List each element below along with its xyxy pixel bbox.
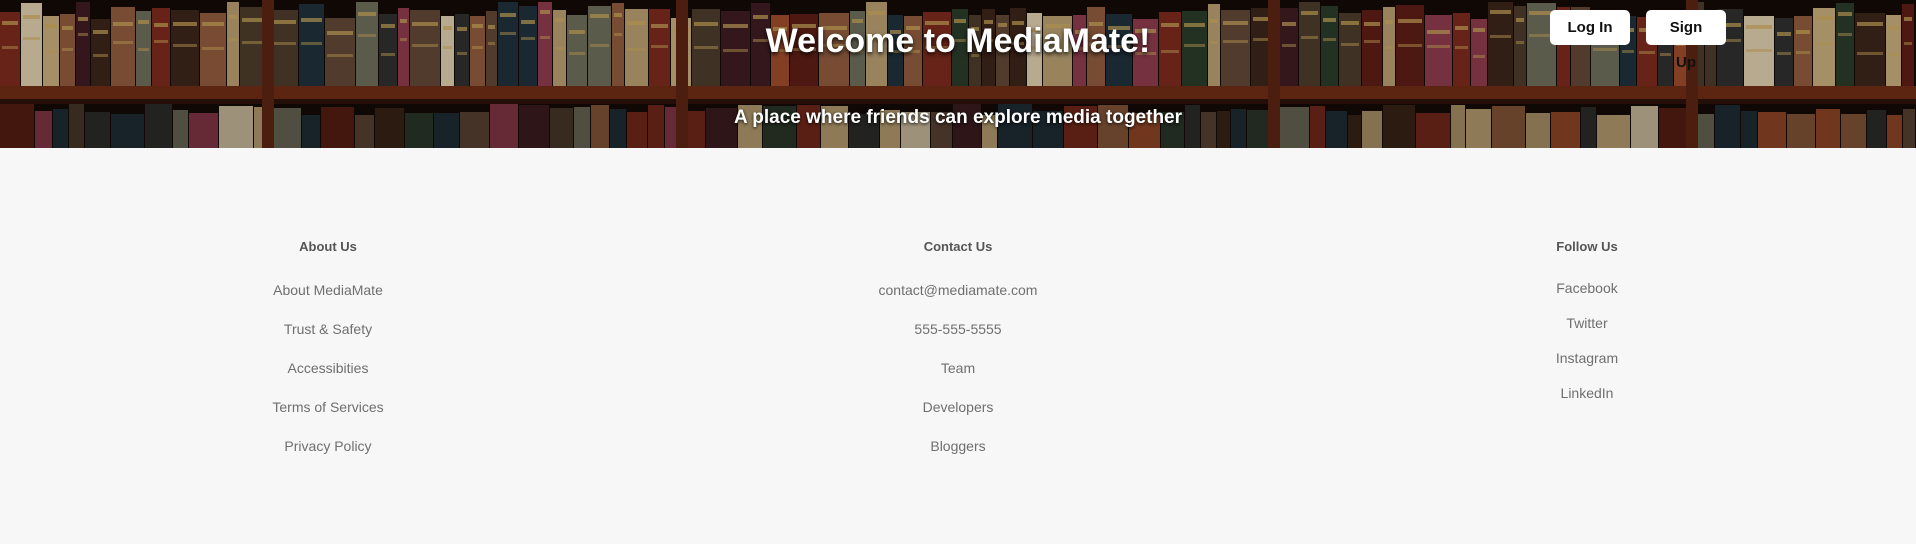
hero-banner: Welcome to MediaMate! A place where frie… — [0, 0, 1916, 148]
footer-follow-heading: Follow Us — [1556, 239, 1618, 254]
signup-button[interactable]: Sign Up — [1646, 10, 1726, 71]
footer-contact-column: Contact Us contact@mediamate.com 555-555… — [788, 239, 1128, 466]
footer-link-phone[interactable]: 555-555-5555 — [914, 321, 1001, 337]
footer-about-heading: About Us — [299, 239, 357, 254]
hero-subtitle: A place where friends can explore media … — [733, 107, 1183, 128]
footer-contact-heading: Contact Us — [923, 239, 993, 254]
footer-link-developers[interactable]: Developers — [923, 399, 994, 415]
footer-link-twitter[interactable]: Twitter — [1566, 315, 1607, 331]
footer-follow-column: Follow Us Facebook Twitter Instagram Lin… — [1417, 239, 1757, 411]
footer-link-bloggers[interactable]: Bloggers — [930, 438, 985, 454]
footer-link-instagram[interactable]: Instagram — [1556, 350, 1618, 366]
footer-link-facebook[interactable]: Facebook — [1556, 280, 1617, 296]
footer-link-email[interactable]: contact@mediamate.com — [879, 282, 1038, 298]
footer-link-linkedin[interactable]: LinkedIn — [1561, 385, 1614, 401]
footer-link-trust-safety[interactable]: Trust & Safety — [284, 321, 372, 337]
footer-link-privacy-policy[interactable]: Privacy Policy — [284, 438, 371, 454]
footer-link-terms[interactable]: Terms of Services — [272, 399, 383, 415]
footer-about-column: About Us About MediaMate Trust & Safety … — [158, 239, 498, 466]
footer-link-team[interactable]: Team — [941, 360, 975, 376]
site-footer: About Us About MediaMate Trust & Safety … — [0, 148, 1916, 544]
footer-link-about-mediamate[interactable]: About MediaMate — [273, 282, 383, 298]
footer-link-accessibilities[interactable]: Accessibities — [288, 360, 369, 376]
login-button[interactable]: Log In — [1550, 10, 1630, 45]
